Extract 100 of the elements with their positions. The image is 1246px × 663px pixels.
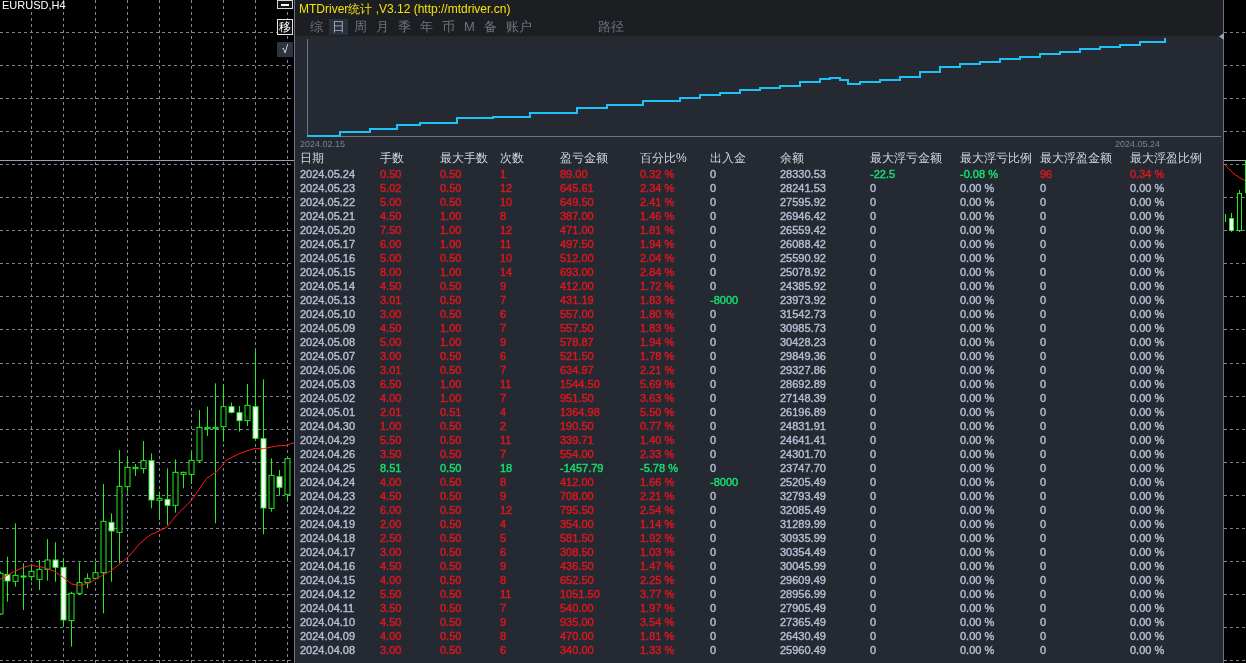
column-header: 次数 (500, 150, 525, 167)
column-header: 最大手数 (440, 150, 489, 167)
table-cell-text: 4.00 (380, 629, 403, 643)
table-cell-text: 0 (870, 391, 878, 405)
tab[interactable]: M (461, 19, 478, 35)
panel-title: MTDriver统计 ,V3.12 (http://mtdriver.cn) (299, 0, 511, 18)
table-cell-text: 0 (870, 335, 878, 349)
table-cell-text: 1.83 % (640, 321, 676, 335)
table-cell-text: 0.00 % (960, 629, 996, 643)
table-cell-text: 652.50 (560, 573, 595, 587)
table-cell-text: 30354.49 (780, 545, 827, 559)
column-header: 余额 (780, 150, 805, 167)
column-header: 盈亏金额 (560, 150, 609, 167)
table-cell-text: 2024.05.08 (300, 335, 357, 349)
table-cell-text: 0 (870, 321, 878, 335)
table-cell-text: 5.50 (380, 587, 403, 601)
table-cell-text: 12 (500, 223, 514, 237)
table-cell-text: 0 (1040, 363, 1048, 377)
table-cell-text: 0 (870, 293, 878, 307)
table-cell-text: 10 (500, 251, 514, 265)
table-cell-text: 0.00 % (960, 237, 996, 251)
table-cell-text: 8 (500, 475, 508, 489)
table-cell-text: 0 (710, 559, 718, 573)
table-cell-text: 0 (870, 307, 878, 321)
table-cell-text: 5.00 (380, 335, 403, 349)
table-cell-text: 2024.04.26 (300, 447, 357, 461)
table-cell-text: 0.00 % (1130, 195, 1166, 209)
table-cell-text: 0.00 % (1130, 503, 1166, 517)
table-cell-text: 8.51 (380, 461, 403, 475)
table-cell-text: 951.50 (560, 391, 595, 405)
table-cell-text: 0 (710, 167, 718, 181)
table-cell-text: 0.00 % (1130, 475, 1166, 489)
table-cell-text: 9 (500, 489, 508, 503)
table-cell-text: -1457.79 (560, 461, 605, 475)
table-cell-text: 0.00 % (1130, 307, 1166, 321)
table-cell-text: 8 (500, 629, 508, 643)
table-cell-text: 0 (1040, 391, 1048, 405)
table-cell-text: 4 (500, 405, 508, 419)
table-cell-text: 0 (1040, 573, 1048, 587)
table-cell-text: 0 (870, 461, 878, 475)
table-cell-text: 0.00 % (1130, 419, 1166, 433)
table-cell-text: 512.00 (560, 251, 595, 265)
table-cell-text: 1.66 % (640, 475, 676, 489)
table-cell-text: 6.50 (380, 377, 403, 391)
table-cell-text: 0 (710, 405, 718, 419)
table-cell-text: 0.32 % (640, 167, 676, 181)
tab[interactable]: 季 (395, 19, 414, 35)
table-cell-text: 11 (500, 587, 513, 601)
table-cell-text: 0 (870, 433, 878, 447)
table-cell-text: 31289.99 (780, 517, 827, 531)
table-cell-text: 1364.98 (560, 405, 601, 419)
table-cell-text: 0 (1040, 615, 1048, 629)
table-cell-text: 25590.92 (780, 251, 827, 265)
table-cell-text: 340.00 (560, 643, 595, 657)
table-cell-text: 0 (870, 587, 878, 601)
table-cell-text: 0 (710, 601, 718, 615)
table-cell-text: 557.50 (560, 321, 595, 335)
table-cell-text: 1.81 % (640, 223, 676, 237)
table-cell-text: 0 (1040, 209, 1048, 223)
table-cell-text: 29609.49 (780, 573, 827, 587)
table-cell-text: 4.50 (380, 321, 403, 335)
tab[interactable]: 周 (351, 19, 370, 35)
table-cell-text: 24301.70 (780, 447, 827, 461)
table-cell-text: 6.00 (380, 237, 403, 251)
table-cell-text: 0.00 % (1130, 293, 1166, 307)
column-header: 最大浮亏比例 (960, 150, 1033, 167)
table-cell-text: 18 (500, 461, 514, 475)
column-header: 日期 (300, 150, 325, 167)
table-cell-text: 27365.49 (780, 615, 827, 629)
table-cell-text: 0 (870, 195, 878, 209)
tab[interactable]: 日 (329, 19, 348, 35)
table-cell-text: 0.50 (440, 531, 463, 545)
table-cell-text: 0 (710, 349, 718, 363)
tab[interactable]: 备 (480, 19, 500, 35)
tab[interactable]: 综 (307, 19, 326, 35)
tab[interactable]: 币 (439, 19, 458, 35)
table-cell-text: 2.21 % (640, 363, 676, 377)
table-cell-text: 2.01 (380, 405, 403, 419)
table-cell-text: 0.50 (440, 293, 463, 307)
tab[interactable]: 账户 (502, 19, 535, 35)
table-cell-text: 0.50 (440, 419, 463, 433)
table-cell-text: 0.50 (440, 587, 463, 601)
table-cell-text: 2024.04.25 (300, 461, 357, 475)
tab[interactable]: 月 (373, 19, 392, 35)
table-cell-text: 0.00 % (1130, 447, 1166, 461)
table-cell-text: 10 (500, 195, 514, 209)
table-cell-text: 0.50 (440, 279, 463, 293)
table-cell-text: 9 (500, 335, 508, 349)
table-cell-text: 0 (710, 489, 718, 503)
table-cell-text: 521.50 (560, 349, 595, 363)
tab[interactable]: 年 (417, 19, 436, 35)
table-cell-text: 0.50 (380, 167, 403, 181)
table-cell-text: 0.00 % (960, 377, 996, 391)
path-button[interactable]: 路径 (594, 19, 627, 35)
table-cell-text: 11 (500, 433, 513, 447)
table-cell-text: 2024.04.16 (300, 559, 357, 573)
table-cell-text: 2024.04.19 (300, 517, 357, 531)
column-header: 手数 (380, 150, 405, 167)
table-cell-text: 554.00 (560, 447, 595, 461)
table-cell-text: 0 (870, 517, 878, 531)
